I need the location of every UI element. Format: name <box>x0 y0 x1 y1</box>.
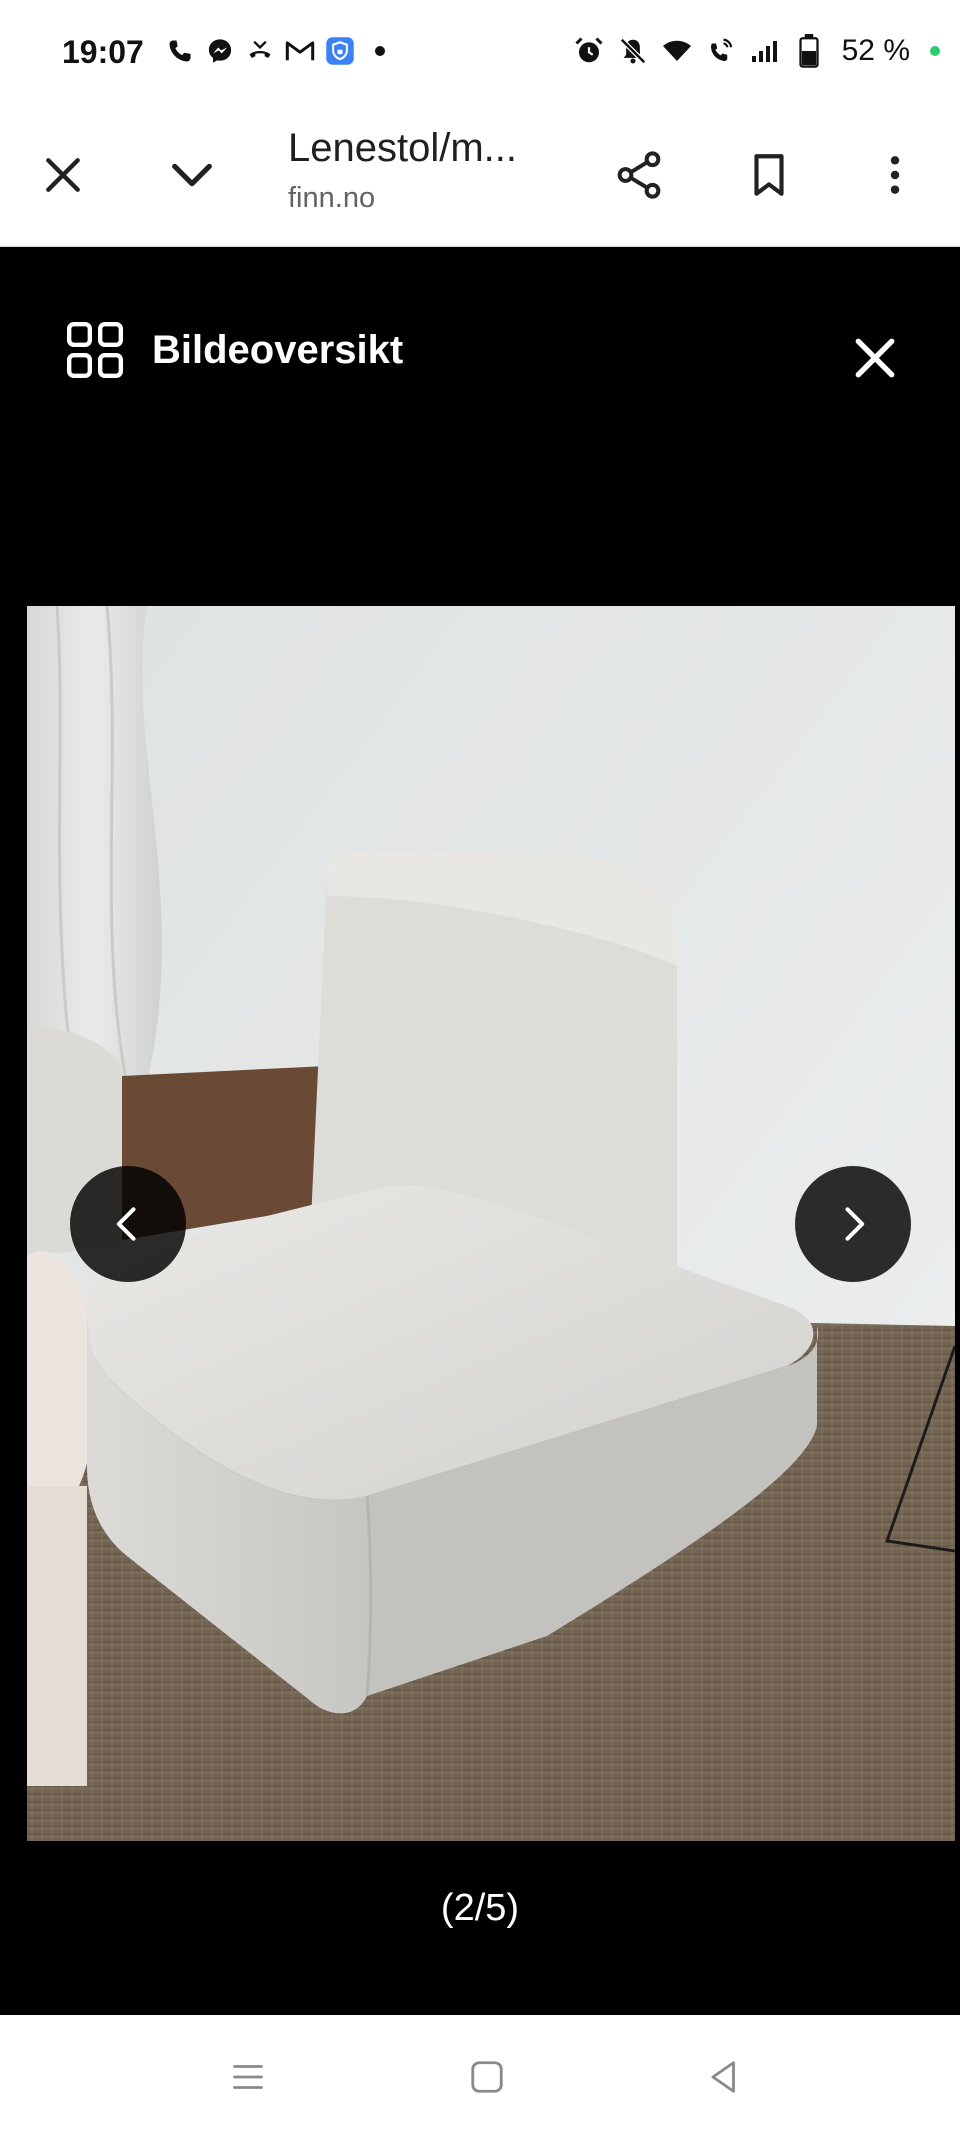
image-viewer: Bildeoversikt (2/5) <box>0 247 960 2015</box>
menu-lines-icon <box>233 2065 263 2089</box>
vpn-shield-icon <box>325 36 355 66</box>
previous-image-button[interactable] <box>70 1166 186 1282</box>
grid-icon <box>66 321 124 379</box>
bookmark-icon <box>754 154 784 196</box>
back-triangle-icon <box>711 2061 735 2093</box>
close-icon <box>855 338 895 378</box>
back-button[interactable] <box>702 2055 746 2099</box>
wifi-icon <box>662 36 692 66</box>
system-status-icons: 52 % <box>574 34 940 68</box>
image-overview-button[interactable]: Bildeoversikt <box>64 319 403 381</box>
system-nav-bar <box>0 2015 960 2133</box>
recent-apps-button[interactable] <box>226 2055 270 2099</box>
more-options-button[interactable] <box>860 140 930 210</box>
share-button[interactable] <box>604 140 674 210</box>
battery-icon <box>794 34 824 68</box>
bell-off-icon <box>618 36 648 66</box>
messenger-icon <box>205 36 235 66</box>
chevron-down-icon <box>172 163 212 187</box>
image-overview-label: Bildeoversikt <box>152 327 404 372</box>
close-viewer-button[interactable] <box>830 313 920 403</box>
close-icon <box>46 158 80 192</box>
page-url: finn.no <box>288 182 376 214</box>
share-icon <box>617 151 661 199</box>
privacy-indicator-dot <box>930 46 940 56</box>
close-tab-button[interactable] <box>28 140 98 210</box>
image-counter: (2/5) <box>440 1887 520 1929</box>
next-image-button[interactable] <box>795 1166 911 1282</box>
page-title: Lenestol/m... <box>288 126 518 170</box>
status-time: 19:07 <box>62 34 144 70</box>
custom-tab-toolbar: Lenestol/m... finn.no <box>0 110 960 247</box>
home-square-icon <box>471 2061 503 2093</box>
signal-icon <box>750 36 780 66</box>
notification-icons <box>165 36 395 66</box>
dot-icon <box>365 36 395 66</box>
alarm-icon <box>574 36 604 66</box>
gmail-icon <box>285 36 315 66</box>
more-vertical-icon <box>890 156 900 194</box>
bookmark-button[interactable] <box>734 140 804 210</box>
battery-percentage: 52 % <box>841 34 910 67</box>
wifi-call-icon <box>706 36 736 66</box>
missed-call-icon <box>245 36 275 66</box>
chevron-right-icon <box>845 1207 865 1241</box>
minimize-tab-button[interactable] <box>157 140 227 210</box>
home-button[interactable] <box>465 2055 509 2099</box>
status-bar: 19:07 52 % <box>0 0 960 110</box>
phone-icon <box>165 36 195 66</box>
chevron-left-icon <box>116 1207 136 1241</box>
